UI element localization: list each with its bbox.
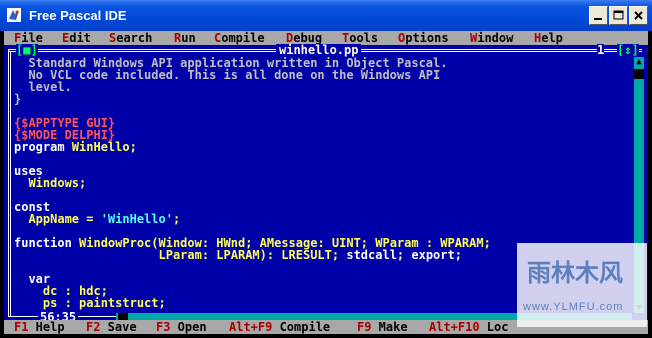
status-help[interactable]: F1 Help: [14, 320, 65, 334]
code-token: level.: [14, 80, 72, 94]
close-button[interactable]: [629, 6, 648, 25]
maximize-icon: [613, 10, 624, 20]
code-token: LParam: LPARAM): LRESULT;: [14, 248, 347, 262]
status-help-key: F1: [14, 320, 29, 334]
code-token: No VCL code included. This is all done o…: [14, 68, 441, 82]
menu-run[interactable]: Run: [174, 31, 196, 45]
status-make-key: F9: [357, 320, 372, 334]
code-token: program: [14, 140, 72, 154]
menu-compile-rest: ompile: [221, 31, 265, 45]
maximize-button[interactable]: [609, 6, 628, 25]
code-token: stdcall; export;: [346, 248, 462, 262]
menu-window-rest: indow: [477, 31, 514, 45]
minimize-button[interactable]: [589, 6, 608, 25]
status-help-label: Help: [28, 320, 65, 334]
status-local-key: Alt+F10: [429, 320, 480, 334]
menu-edit-rest: dit: [69, 31, 91, 45]
watermark: 雨林木风 www.YLMFU.com: [517, 243, 647, 327]
code-token: ;: [172, 212, 181, 226]
code-token: Windows;: [14, 176, 87, 190]
code-line[interactable]: uses: [14, 165, 626, 177]
code-line[interactable]: program WinHello;: [14, 141, 626, 153]
scroll-up-arrow-icon[interactable]: ▲: [634, 57, 644, 67]
menu-edit[interactable]: Edit: [62, 31, 91, 45]
menu-window[interactable]: Window: [470, 31, 513, 45]
window-title: Free Pascal IDE: [29, 8, 127, 23]
code-line[interactable]: [14, 153, 626, 165]
vertical-scroll-thumb[interactable]: [634, 69, 644, 79]
code-token: ps : paintstruct;: [14, 296, 166, 310]
code-line[interactable]: No VCL code included. This is all done o…: [14, 69, 626, 81]
code-token: 'WinHello': [100, 212, 173, 226]
close-icon: [634, 11, 643, 20]
editor-close-button[interactable]: [■]: [16, 44, 38, 56]
menu-search[interactable]: Search: [109, 31, 152, 45]
status-compile-label: Compile: [272, 320, 331, 334]
menu-options-rest: ptions: [405, 31, 449, 45]
frame-left-line-2: [10, 51, 11, 317]
code-token: AppName =: [14, 212, 101, 226]
watermark-url: www.YLMFU.com: [523, 301, 624, 313]
status-make[interactable]: F9 Make: [357, 320, 408, 334]
status-make-label: Make: [371, 320, 408, 334]
frame-left-line: [8, 49, 9, 317]
status-open-label: Open: [170, 320, 207, 334]
editor-file-name: winhello.pp: [276, 44, 362, 56]
free-pascal-app-icon[interactable]: [6, 7, 22, 23]
menu-help[interactable]: Help: [534, 31, 563, 45]
status-compile[interactable]: Alt+F9 Compile: [229, 320, 330, 334]
status-save[interactable]: F2 Save: [86, 320, 137, 334]
watermark-logo: 雨林木风: [527, 258, 623, 287]
status-local[interactable]: Alt+F10 Loc: [429, 320, 508, 334]
status-local-label: Loc: [479, 320, 509, 334]
minimize-icon: [594, 18, 602, 20]
status-save-label: Save: [100, 320, 137, 334]
code-line[interactable]: Windows;: [14, 177, 626, 189]
menu-run-rest: un: [181, 31, 196, 45]
code-line[interactable]: AppName = 'WinHello';: [14, 213, 626, 225]
code-token: WinHello;: [71, 140, 137, 154]
status-open-key: F3: [156, 320, 171, 334]
menu-options[interactable]: Options: [398, 31, 449, 45]
status-open[interactable]: F3 Open: [156, 320, 207, 334]
editor-zoom-button[interactable]: [↕]: [617, 44, 639, 56]
menu-help-rest: elp: [541, 31, 563, 45]
editor-window-number: 1: [597, 43, 605, 57]
status-compile-key: Alt+F9: [229, 320, 273, 334]
menu-compile[interactable]: Compile: [214, 31, 265, 45]
code-line[interactable]: [14, 189, 626, 201]
status-save-key: F2: [86, 320, 101, 334]
code-line[interactable]: }: [14, 93, 626, 105]
window-titlebar[interactable]: Free Pascal IDE: [0, 0, 652, 31]
menu-search-rest: earch: [116, 31, 153, 45]
code-line[interactable]: level.: [14, 81, 626, 93]
code-token: }: [14, 92, 22, 106]
